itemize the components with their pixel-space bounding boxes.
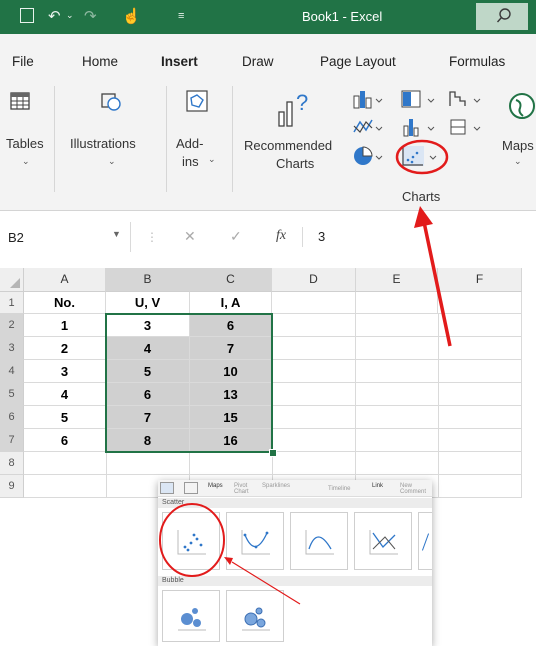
arrow-to-scatter-button-icon: [414, 206, 452, 347]
annotation-arrows: [224, 206, 452, 605]
arrow-to-scatter-thumb-icon: [224, 557, 301, 605]
